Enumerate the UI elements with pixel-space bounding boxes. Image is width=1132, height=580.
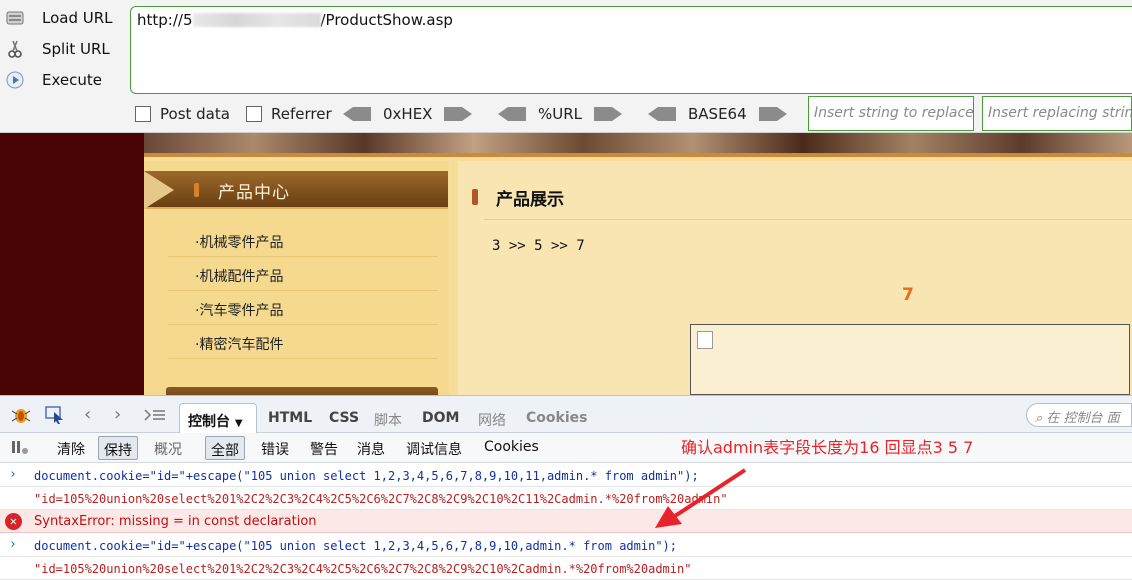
product-image-frame [690,324,1130,395]
referrer-label: Referrer [271,105,332,123]
redacted-host [192,13,321,27]
red-annotation: 确认admin表字段长度为16 回显点3 5 7 [681,438,974,457]
filter-cookies-button[interactable]: Cookies [484,439,539,455]
header-marker-icon [194,183,199,197]
post-data-checkbox[interactable]: Post data [135,100,230,128]
url-label: %URL [538,105,583,123]
console-error-line: ✕ SyntaxError: missing = in const declar… [0,510,1132,533]
pause-icon[interactable] [10,438,30,460]
main-column: 产品展示 3 >> 5 >> 7 7 [458,161,1132,395]
tab-dom[interactable]: DOM [422,410,459,426]
post-data-label: Post data [160,105,230,123]
forward-arrow-icon[interactable]: › [114,404,121,425]
firebug-tab-bar: ‹ › 控制台 ▼ HTML CSS 脚本 DOM 网络 Cookies ⌕ 在… [0,395,1132,435]
search-icon: ⌕ [1035,411,1043,426]
clear-button[interactable]: 清除 [57,439,85,459]
menu-item[interactable]: ·机械零件产品 [168,223,438,257]
url-decode-arrow-icon[interactable] [498,107,526,121]
insert-replacing-input[interactable]: Insert replacing string [982,96,1132,131]
header-banner-strip [144,133,1132,153]
category-header: 产品中心 [144,171,448,209]
filter-debug-button[interactable]: 调试信息 [406,439,462,459]
console-command-text: document.cookie="id="+escape("105 union … [34,469,699,483]
tab-script[interactable]: 脚本 [374,410,402,430]
website-viewport: 产品中心 ·机械零件产品 ·机械配件产品 ·汽车零件产品 ·精密汽车配件 产品展… [0,133,1132,395]
referrer-check[interactable] [246,106,262,122]
main-title: 产品展示 [496,190,564,210]
scissors-icon [4,38,26,60]
load-url-icon [4,7,26,29]
post-data-check[interactable] [135,106,151,122]
base64-encoder: BASE64 [648,100,787,128]
base64-label: BASE64 [688,105,747,123]
search-placeholder: 在 控制台 面 [1046,411,1120,426]
tab-console[interactable]: 控制台 ▼ [179,403,257,435]
filter-warnings-button[interactable]: 警告 [310,439,338,459]
error-icon: ✕ [5,513,22,530]
url-suffix: /ProductShow.asp [320,11,453,29]
left-bottom-banner [166,387,438,395]
injection-result-text: 3 >> 5 >> 7 [492,238,585,254]
split-url-button[interactable]: Split URL [4,36,124,62]
firebug-bug-icon[interactable] [10,405,32,429]
category-title: 产品中心 [218,183,290,203]
broken-image-icon [697,331,713,349]
hex-encode-arrow-icon[interactable] [444,107,473,121]
filter-all-button[interactable]: 全部 [205,436,245,460]
url-textarea[interactable]: http://5/ProductShow.asp [130,6,1132,94]
console-search-input[interactable]: ⌕ 在 控制台 面 [1026,403,1132,427]
title-divider [484,219,1132,220]
left-column: 产品中心 ·机械零件产品 ·机械配件产品 ·汽车零件产品 ·精密汽车配件 [144,161,449,395]
screenshot-root: Load URL Split URL Execute http://5/Prod… [0,0,1132,580]
filter-info-button[interactable]: 消息 [357,439,385,459]
persist-button[interactable]: 保持 [98,436,138,460]
menu-item[interactable]: ·汽车零件产品 [168,291,438,325]
hex-label: 0xHEX [383,105,433,123]
tab-html[interactable]: HTML [268,410,312,426]
split-url-label: Split URL [42,40,110,58]
back-arrow-icon[interactable]: ‹ [84,404,91,425]
title-marker-icon [472,189,478,205]
console-result-line: "id=105%20union%20select%201%2C2%2C3%2C4… [0,557,1132,580]
console-error-text: SyntaxError: missing = in const declarat… [34,514,317,529]
console-command-text: document.cookie="id="+escape("105 union … [34,539,677,553]
tab-css[interactable]: CSS [329,410,359,426]
console-result-text: "id=105%20union%20select%201%2C2%2C3%2C4… [34,492,728,506]
chevron-down-icon: ▼ [234,418,243,429]
base64-encode-arrow-icon[interactable] [758,107,787,121]
url-prefix: http://5 [137,11,193,29]
console-result-text: "id=105%20union%20select%201%2C2%2C3%2C4… [34,562,692,576]
play-icon [4,69,26,91]
page-content: 产品中心 ·机械零件产品 ·机械配件产品 ·汽车零件产品 ·精密汽车配件 产品展… [144,153,1132,395]
console-command-line: › document.cookie="id="+escape("105 unio… [0,534,1132,557]
menu-item[interactable]: ·精密汽车配件 [168,325,438,359]
overview-button[interactable]: 概况 [154,439,182,459]
firebug-panel: ‹ › 控制台 ▼ HTML CSS 脚本 DOM 网络 Cookies ⌕ 在… [0,395,1132,580]
execute-button[interactable]: Execute [4,67,124,93]
tab-cookies[interactable]: Cookies [526,410,587,426]
insert-string-input[interactable]: Insert string to replace [808,96,974,131]
echo-number: 7 [902,285,914,305]
prompt-chevron-icon: › [9,537,17,552]
header-triangle-icon [144,171,174,209]
referrer-checkbox[interactable]: Referrer [246,100,332,128]
execute-label: Execute [42,71,102,89]
base64-decode-arrow-icon[interactable] [648,107,676,121]
command-editor-icon[interactable] [144,407,166,426]
hex-decode-arrow-icon[interactable] [343,107,371,121]
inspect-element-icon[interactable] [44,405,66,429]
menu-item[interactable]: ·机械配件产品 [168,257,438,291]
url-encoder: %URL [498,100,623,128]
load-url-button[interactable]: Load URL [4,5,124,31]
url-encode-arrow-icon[interactable] [594,107,623,121]
console-command-line: › document.cookie="id="+escape("105 unio… [0,464,1132,487]
tab-console-label: 控制台 [188,414,230,430]
hackbar-toolbar: Load URL Split URL Execute http://5/Prod… [0,0,1132,133]
hex-encoder: 0xHEX [343,100,473,128]
console-result-line: "id=105%20union%20select%201%2C2%2C3%2C4… [0,487,1132,510]
prompt-chevron-icon: › [9,467,17,482]
tab-net[interactable]: 网络 [478,410,506,430]
load-url-label: Load URL [42,9,113,27]
filter-errors-button[interactable]: 错误 [261,439,289,459]
